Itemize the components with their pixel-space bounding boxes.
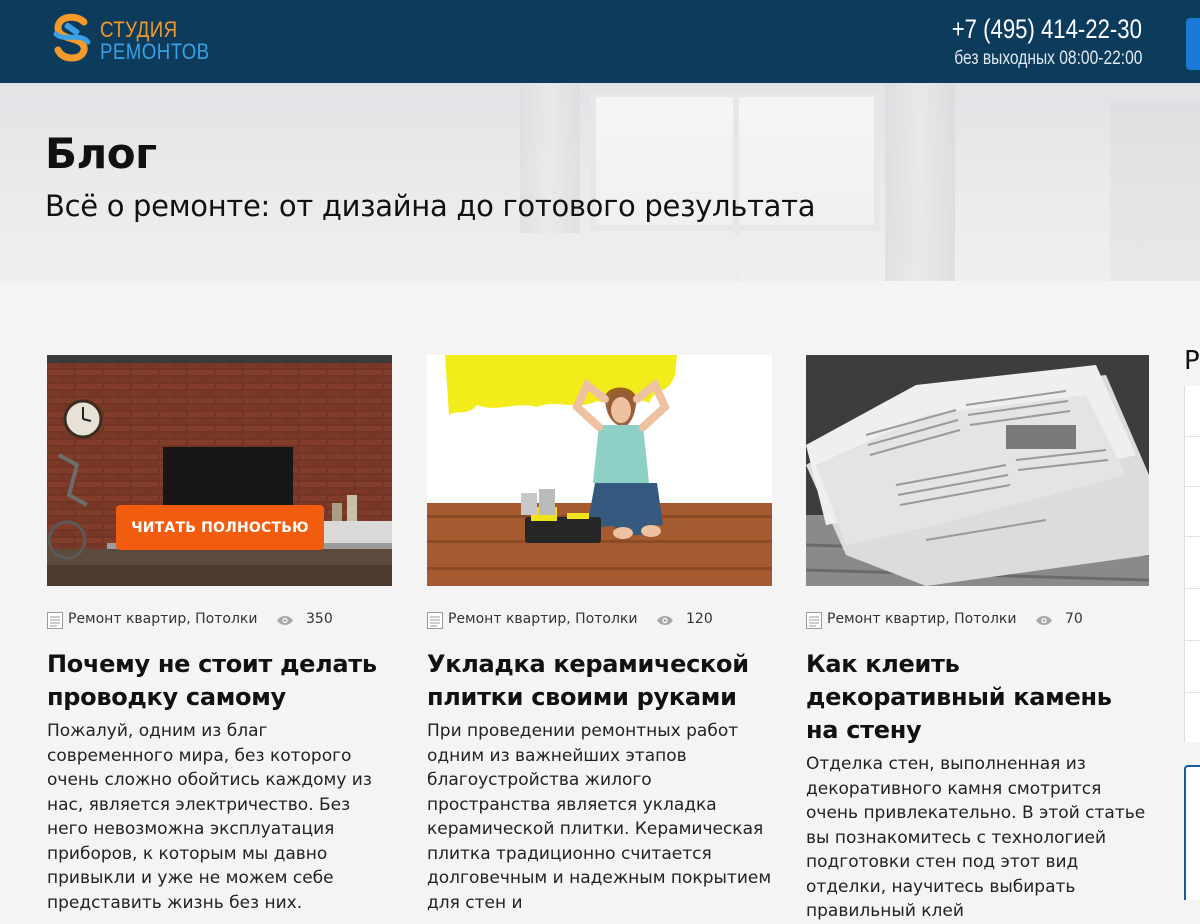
blog-card-image[interactable]: [427, 355, 772, 586]
blog-card-views: 70: [1065, 611, 1083, 627]
read-more-button[interactable]: ЧИТАТЬ ПОЛНОСТЬЮ: [116, 505, 324, 550]
header-working-hours: без выходных 08:00-22:00: [953, 48, 1142, 69]
callback-tab[interactable]: [1186, 18, 1200, 70]
eye-icon: [1036, 616, 1052, 625]
blog-card-views: 120: [686, 611, 713, 627]
document-icon: [806, 612, 822, 629]
sidebar-divider: [1184, 640, 1200, 641]
blog-card-image[interactable]: [806, 355, 1149, 586]
sidebar-divider: [1184, 486, 1200, 487]
page-subtitle: Всё о ремонте: от дизайна до готового ре…: [45, 189, 816, 223]
header-phone-link[interactable]: +7 (495) 414-22-30: [952, 14, 1142, 45]
sidebar-heading: Р: [1184, 346, 1200, 376]
document-icon: [427, 612, 443, 629]
logo-text-bottom: РЕМОНТОВ: [100, 39, 210, 64]
sidebar-divider: [1184, 692, 1200, 693]
site-logo[interactable]: СТУДИЯ РЕМОНТОВ: [50, 12, 210, 68]
blog-card-meta: Ремонт квартир, Потолки 350: [47, 610, 392, 630]
logo-mark-icon: [53, 13, 91, 62]
sidebar-divider: [1184, 588, 1200, 589]
blog-card-categories[interactable]: Ремонт квартир, Потолки: [68, 611, 257, 627]
blog-card-meta: Ремонт квартир, Потолки 120: [427, 610, 772, 630]
blog-card-categories[interactable]: Ремонт квартир, Потолки: [827, 611, 1016, 627]
brick-wall-room-image: [47, 355, 392, 586]
blog-card-title[interactable]: Почему не стоит делать проводку самому: [47, 648, 392, 714]
blog-card-title[interactable]: Как клеить декоративный камень на стену: [806, 648, 1149, 747]
newspapers-image: [806, 355, 1149, 586]
blog-card-categories[interactable]: Ремонт квартир, Потолки: [448, 611, 637, 627]
sidebar-menu: [1184, 386, 1200, 742]
blog-hero: Блог Всё о ремонте: от дизайна до готово…: [0, 83, 1200, 281]
sidebar-divider: [1184, 436, 1200, 437]
eye-icon: [657, 616, 673, 625]
document-icon: [47, 612, 63, 629]
blog-card-meta: Ремонт квартир, Потолки 70: [806, 610, 1149, 630]
sidebar-form-box[interactable]: [1184, 765, 1200, 900]
hero-overlay: [0, 83, 1200, 281]
sidebar-divider: [1184, 536, 1200, 537]
blog-card-excerpt: При проведении ремонтных работ одним из …: [427, 721, 772, 913]
eye-icon: [277, 616, 293, 625]
blog-card: Ремонт квартир, Потолки 70 Как клеить де…: [806, 355, 1149, 924]
site-header: СТУДИЯ РЕМОНТОВ +7 (495) 414-22-30 без в…: [0, 0, 1200, 83]
blog-card: ЧИТАТЬ ПОЛНОСТЬЮ Ремонт квартир, Потолки…: [47, 355, 392, 915]
blog-card-excerpt: Отделка стен, выполненная из декоративно…: [806, 754, 1146, 921]
page-title: Блог: [45, 129, 157, 178]
blog-card-views: 350: [306, 611, 333, 627]
blog-card-title[interactable]: Укладка керамической плитки своими рукам…: [427, 648, 772, 714]
blog-card: Ремонт квартир, Потолки 120 Укладка кера…: [427, 355, 772, 915]
blog-card-image[interactable]: ЧИТАТЬ ПОЛНОСТЬЮ: [47, 355, 392, 586]
blog-card-excerpt: Пожалуй, одним из благ современного мира…: [47, 721, 372, 913]
woman-painted-wall-image: [427, 355, 772, 586]
